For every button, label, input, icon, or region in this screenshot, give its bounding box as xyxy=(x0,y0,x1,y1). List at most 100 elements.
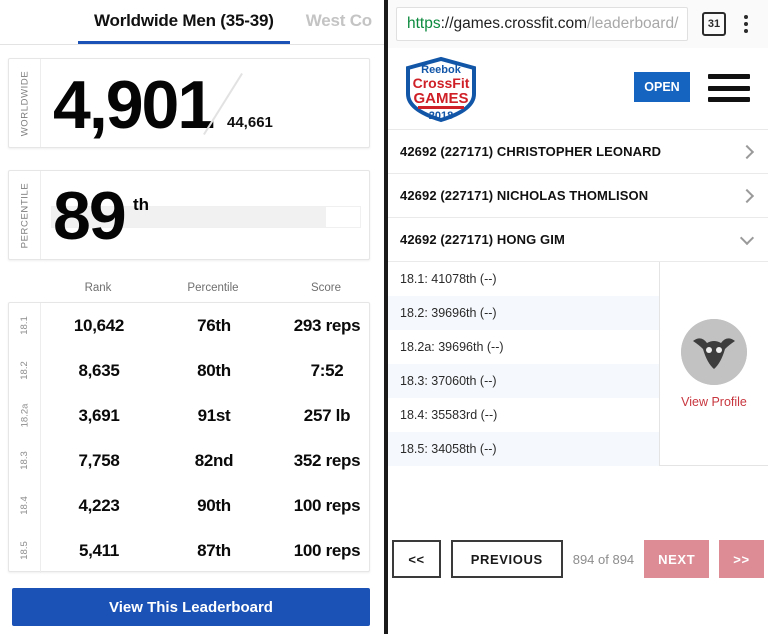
table-row: 18.5 5,411 87th 100 reps xyxy=(9,528,369,573)
table-row: 18.3 7,758 82nd 352 reps xyxy=(9,438,369,483)
table-row: 18.2a 3,691 91st 257 lb xyxy=(9,393,369,438)
table-row: 18.4 4,223 90th 100 reps xyxy=(9,483,369,528)
hamburger-bar xyxy=(708,85,750,91)
row-workout-text: 18.3 xyxy=(19,451,30,470)
row-workout-text: 18.4 xyxy=(19,496,30,515)
kebab-dot xyxy=(744,15,748,19)
cell-rank: 3,691 xyxy=(78,405,120,425)
kebab-dot xyxy=(744,29,748,33)
row-workout-label: 18.2 xyxy=(9,348,41,393)
workout-rank-item: 18.2a: 39696th (--) xyxy=(400,340,504,354)
cell-score: 100 reps xyxy=(293,540,361,560)
workout-rank-item: 18.3: 37060th (--) xyxy=(388,364,659,398)
athlete-row[interactable]: 42692 (227171) CHRISTOPHER LEONARD xyxy=(388,130,768,174)
svg-text:2018: 2018 xyxy=(429,110,453,122)
next-page-button[interactable]: NEXT xyxy=(644,540,710,578)
worldwide-rank-card: WORLDWIDE 4,901 44,661 xyxy=(8,58,370,148)
hamburger-bar xyxy=(708,97,750,102)
row-workout-label: 18.3 xyxy=(9,438,41,483)
tab-label: Worldwide Men (35-39) xyxy=(94,11,274,30)
percentile-side-label: PERCENTILE xyxy=(9,171,41,259)
percentile-suffix: th xyxy=(133,195,150,214)
workout-rank-item: 18.2: 39696th (--) xyxy=(388,296,659,330)
cell-score: 7:52 xyxy=(310,360,344,380)
row-workout-label: 18.4 xyxy=(9,483,41,528)
open-division-button[interactable]: OPEN xyxy=(634,72,690,102)
athlete-row[interactable]: 42692 (227171) HONG GIM xyxy=(388,218,768,262)
cell-percentile: 80th xyxy=(197,360,231,380)
crossfit-games-logo-icon[interactable]: Reebok CrossFit GAMES 2018 xyxy=(402,54,480,124)
url-path: /leaderboard/ xyxy=(587,15,679,32)
cell-rank: 8,635 xyxy=(78,360,120,380)
site-header: Reebok CrossFit GAMES 2018 OPEN xyxy=(388,48,768,130)
side-label-text: PERCENTILE xyxy=(19,182,30,248)
row-workout-text: 18.2a xyxy=(19,403,30,428)
first-page-button[interactable]: << xyxy=(392,540,441,578)
row-workout-text: 18.5 xyxy=(19,541,30,560)
cell-score: 293 reps xyxy=(293,315,361,335)
kebab-dot xyxy=(744,22,748,26)
svg-text:CrossFit: CrossFit xyxy=(413,75,470,91)
hamburger-menu-icon[interactable] xyxy=(708,74,750,102)
avatar[interactable] xyxy=(681,318,747,385)
url-host: ://games.crossfit.com xyxy=(440,15,588,32)
column-header-score: Score xyxy=(310,282,342,294)
workout-rank-list: 18.1: 41078th (--) 18.2: 39696th (--) 18.2… xyxy=(388,262,660,466)
percentile-card: PERCENTILE 89 th xyxy=(8,170,370,260)
worldwide-side-label: WORLDWIDE xyxy=(9,59,41,147)
cell-rank: 5,411 xyxy=(78,540,120,560)
tab-bar: Worldwide Men (35-39) West Co xyxy=(0,0,384,45)
row-workout-label: 18.2a xyxy=(9,393,41,438)
cell-score: 352 reps xyxy=(293,450,361,470)
cell-percentile: 91st xyxy=(197,405,231,425)
last-page-button[interactable]: >> xyxy=(719,540,764,578)
cell-score: 257 lb xyxy=(303,405,351,425)
pagination-controls: << PREVIOUS 894 of 894 NEXT >> xyxy=(388,524,768,594)
cell-rank: 7,758 xyxy=(78,450,120,470)
chevron-right-icon[interactable] xyxy=(739,188,755,203)
view-profile-link[interactable]: View Profile xyxy=(681,395,747,409)
tab-west-coast[interactable]: West Co xyxy=(290,0,384,44)
cell-rank: 4,223 xyxy=(78,495,120,515)
column-header-percentile: Percentile xyxy=(187,282,239,294)
browser-panel: https://games.crossfit.com/leaderboard/ … xyxy=(388,0,768,634)
workout-rank-item: 18.4: 35583rd (--) xyxy=(400,408,498,422)
cell-percentile: 76th xyxy=(197,315,231,335)
chevron-right-icon[interactable] xyxy=(739,144,755,159)
calendar-icon[interactable]: 31 xyxy=(702,12,726,36)
row-workout-label: 18.1 xyxy=(9,303,41,348)
workout-rank-item: 18.5: 34058th (--) xyxy=(388,432,659,466)
cell-percentile: 82nd xyxy=(194,450,234,470)
chevron-down-icon[interactable] xyxy=(739,230,755,245)
hamburger-bar xyxy=(708,74,750,79)
athlete-detail-panel: 18.1: 41078th (--) 18.2: 39696th (--) 18.2… xyxy=(388,262,768,466)
workout-results-table: 18.1 10,642 76th 293 reps 18.2 8,635 80th 7:52 1… xyxy=(8,302,370,573)
svg-text:GAMES: GAMES xyxy=(413,90,468,107)
worldwide-total-value: 44,661 xyxy=(227,114,273,131)
athlete-row[interactable]: 42692 (227171) NICHOLAS THOMLISON xyxy=(388,174,768,218)
previous-page-button[interactable]: PREVIOUS xyxy=(450,540,563,578)
row-workout-label: 18.5 xyxy=(9,528,41,573)
address-bar[interactable]: https://games.crossfit.com/leaderboard/ xyxy=(396,7,688,41)
url-scheme: https xyxy=(407,15,441,32)
leaderboard-summary-panel: Worldwide Men (35-39) West Co WORLDWIDE … xyxy=(0,0,384,634)
cell-percentile: 90th xyxy=(197,495,231,515)
table-row: 18.1 10,642 76th 293 reps xyxy=(9,303,369,348)
workout-rank-item: 18.1: 41078th (--) xyxy=(400,272,497,286)
browser-toolbar: https://games.crossfit.com/leaderboard/ … xyxy=(388,0,768,48)
cell-rank: 10,642 xyxy=(73,315,125,335)
tab-label: West Co xyxy=(305,11,372,30)
row-workout-text: 18.2 xyxy=(19,361,30,380)
percentile-value: 89 xyxy=(53,178,127,254)
cell-percentile: 87th xyxy=(197,540,231,560)
tab-worldwide-men[interactable]: Worldwide Men (35-39) xyxy=(78,0,290,44)
column-header-rank: Rank xyxy=(84,282,112,294)
view-this-leaderboard-button[interactable]: View This Leaderboard xyxy=(12,588,370,626)
row-workout-text: 18.1 xyxy=(19,316,30,335)
profile-column: View Profile xyxy=(660,262,768,465)
worldwide-rank-value: 4,901 xyxy=(53,67,215,143)
table-column-headers: Rank Percentile Score xyxy=(8,282,370,302)
overflow-menu-icon[interactable] xyxy=(736,12,756,36)
athlete-list: 42692 (227171) CHRISTOPHER LEONARD 42692 … xyxy=(388,130,768,466)
cell-score: 100 reps xyxy=(293,495,361,515)
